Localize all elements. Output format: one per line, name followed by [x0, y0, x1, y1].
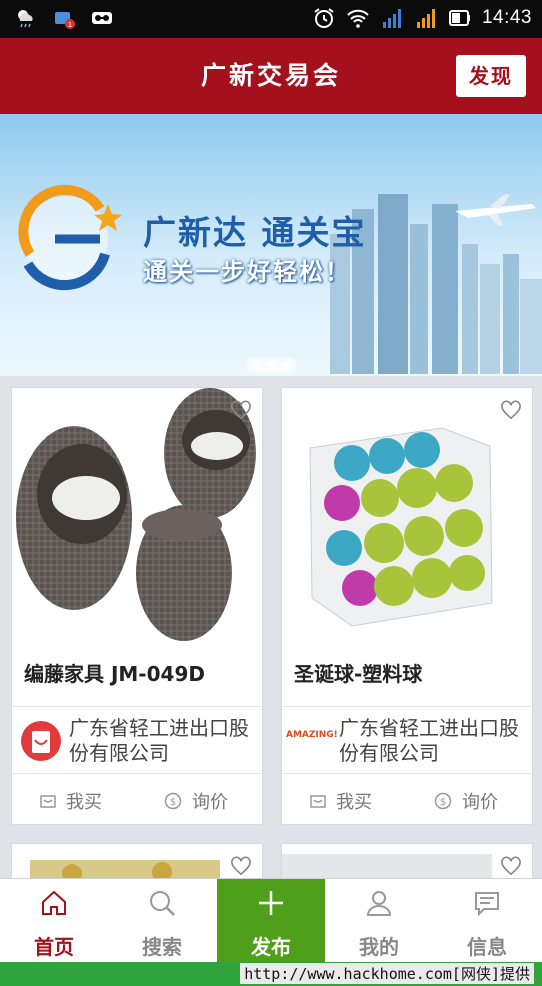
carousel-dot	[252, 361, 260, 369]
cart-icon	[40, 795, 56, 808]
price-icon: $	[434, 792, 452, 810]
app-header: 广新交易会 发现	[0, 38, 542, 114]
signal-blue-icon	[382, 9, 401, 28]
tab-label: 首页	[34, 935, 74, 959]
product-card[interactable]: 圣诞球-塑料球 AMAZING! 广东省轻工进出口股份有限公司 我买 $ 询价	[281, 387, 533, 825]
tab-label: 信息	[467, 935, 507, 959]
home-icon	[42, 890, 66, 915]
favorite-heart-icon[interactable]	[230, 856, 252, 876]
product-title[interactable]: 圣诞球-塑料球	[294, 658, 422, 687]
battery-icon	[448, 10, 470, 26]
svg-text:$: $	[440, 797, 446, 808]
inquire-button[interactable]: $ 询价	[434, 788, 498, 814]
seller-name: 广东省轻工进出口股份有限公司	[339, 716, 519, 765]
favorite-heart-icon[interactable]	[500, 856, 522, 876]
watermark-text: http://www.hackhome.com[网侠]提供	[240, 963, 534, 984]
discover-button[interactable]: 发现	[456, 55, 526, 97]
message-icon	[475, 892, 499, 917]
app-update-icon: 1	[55, 12, 75, 29]
banner-slogan: 通关一步好轻松！	[143, 258, 351, 286]
tab-mine[interactable]: 我的	[325, 879, 433, 963]
tab-home[interactable]: 首页	[0, 879, 108, 963]
product-card[interactable]: 编藤家具 JM-049D 广东省轻工进出口股份有限公司 我买 $ 询价	[11, 387, 263, 825]
product-actions: 我买 $ 询价	[282, 773, 532, 824]
seller-info[interactable]: 广东省轻工进出口股份有限公司	[12, 706, 262, 773]
tab-label: 发布	[251, 935, 291, 959]
watermark-bar: http://www.hackhome.com[网侠]提供	[0, 962, 542, 986]
tab-publish[interactable]: 发布	[217, 879, 325, 963]
christmas-balls-image	[309, 427, 493, 627]
buy-label: 我买	[66, 792, 102, 813]
tab-messages[interactable]: 信息	[433, 879, 541, 963]
search-icon	[150, 891, 175, 916]
tab-search[interactable]: 搜索	[108, 879, 216, 963]
product-image[interactable]	[282, 388, 532, 643]
clock-time: 14:43	[481, 7, 532, 28]
seller-name: 广东省轻工进出口股份有限公司	[69, 716, 249, 765]
carousel-dot	[267, 361, 275, 369]
plus-icon	[259, 891, 283, 915]
carousel-indicator	[246, 357, 296, 373]
status-bar: 1 14:43	[0, 0, 542, 38]
product-image[interactable]	[12, 388, 262, 643]
rattan-furniture-image	[16, 388, 256, 641]
seller-info[interactable]: AMAZING! 广东省轻工进出口股份有限公司	[282, 706, 532, 773]
carousel-dot	[282, 361, 290, 369]
buy-button[interactable]: 我买	[40, 788, 102, 814]
product-actions: 我买 $ 询价	[12, 773, 262, 824]
buy-label: 我买	[336, 792, 372, 813]
promo-banner[interactable]: 广新达 通关宝 通关一步好轻松！	[0, 114, 542, 376]
inquire-button[interactable]: $ 询价	[164, 788, 228, 814]
buy-button[interactable]: 我买	[310, 788, 372, 814]
svg-text:$: $	[170, 797, 176, 808]
cart-icon	[310, 795, 326, 808]
price-icon: $	[164, 792, 182, 810]
inquire-label: 询价	[192, 792, 228, 813]
tab-label: 我的	[359, 935, 399, 959]
user-icon	[366, 891, 392, 916]
alarm-icon	[314, 8, 334, 28]
tab-label: 搜索	[142, 935, 182, 959]
seller-logo	[21, 721, 61, 761]
bottom-tab-bar: 首页 搜索 发布 我的 信息	[0, 878, 542, 963]
favorite-heart-icon[interactable]	[230, 400, 252, 420]
weather-icon	[18, 10, 33, 28]
voicemail-icon	[92, 12, 112, 24]
product-title[interactable]: 编藤家具 JM-049D	[24, 658, 205, 687]
wifi-icon	[347, 9, 369, 28]
svg-text:1: 1	[68, 21, 72, 29]
inquire-label: 询价	[462, 792, 498, 813]
favorite-heart-icon[interactable]	[500, 400, 522, 420]
signal-orange-icon	[416, 9, 435, 28]
seller-logo: AMAZING!	[286, 730, 338, 740]
banner-title: 广新达 通关宝	[143, 213, 367, 252]
